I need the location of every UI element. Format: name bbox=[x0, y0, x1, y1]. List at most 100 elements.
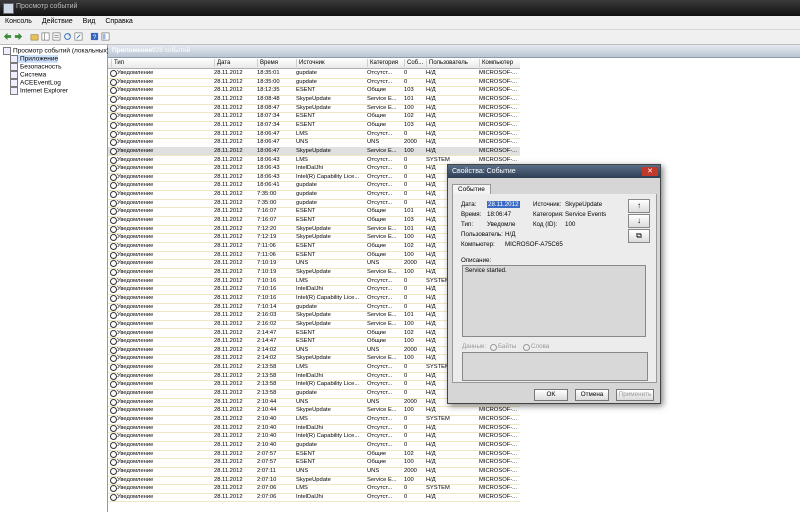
table-cell: MICROSOF-... bbox=[479, 156, 517, 163]
table-cell: 2:10:40 bbox=[257, 416, 277, 422]
table-cell: Уведомление bbox=[117, 407, 154, 414]
cancel-button[interactable]: Отмена bbox=[575, 389, 609, 401]
table-cell: Н/Д bbox=[426, 424, 436, 431]
table-cell: SkypeUpdate bbox=[296, 476, 331, 483]
table-row[interactable]: Уведомление 28.11.2012 2:07:06 IntelDalJhi О… bbox=[108, 493, 520, 503]
table-cell: 2:14:47 bbox=[257, 338, 277, 345]
table-cell: UNS bbox=[296, 346, 309, 353]
words-radio[interactable] bbox=[523, 344, 530, 351]
table-cell: 18:12:35 bbox=[257, 87, 280, 94]
copy-event-button[interactable]: ⧉ bbox=[628, 229, 650, 243]
table-cell: 2000 bbox=[404, 398, 417, 405]
show-hide-tree-icon[interactable] bbox=[41, 32, 50, 41]
tree-item-aceeventlog[interactable]: ACEEventLog bbox=[10, 79, 61, 87]
event-count: 928 событий bbox=[152, 47, 191, 54]
table-cell: 7:10:16 bbox=[257, 294, 277, 301]
back-arrow-icon[interactable] bbox=[3, 32, 12, 41]
data-textarea[interactable] bbox=[462, 352, 648, 381]
menu-action[interactable]: Действие bbox=[37, 16, 78, 25]
bytes-radio[interactable] bbox=[490, 344, 497, 351]
table-cell: ESENT bbox=[296, 121, 316, 128]
table-cell: 28.11.2012 bbox=[214, 234, 243, 241]
table-cell: Н/Д bbox=[426, 476, 436, 483]
col-event-id[interactable]: Соб... bbox=[404, 59, 426, 67]
source-value: SkypeUpdate bbox=[565, 201, 603, 208]
table-cell: 28.11.2012 bbox=[214, 450, 243, 457]
up-folder-icon[interactable] bbox=[30, 32, 39, 41]
table-cell: ESENT bbox=[296, 450, 316, 457]
table-cell: Отсутст... bbox=[367, 78, 393, 85]
table-cell: ESENT bbox=[296, 113, 316, 120]
apply-button[interactable]: Применить bbox=[616, 389, 654, 401]
menu-console[interactable]: Консоль bbox=[0, 16, 37, 25]
table-cell: 0 bbox=[404, 286, 408, 293]
info-icon bbox=[110, 364, 117, 372]
tree-item-application[interactable]: Приложение bbox=[10, 55, 59, 63]
col-type[interactable]: Тип bbox=[111, 59, 214, 67]
col-computer[interactable]: Компьютер bbox=[479, 59, 520, 67]
info-icon bbox=[110, 476, 117, 484]
help-icon[interactable]: ? bbox=[90, 32, 99, 41]
table-cell: 101 bbox=[404, 312, 414, 319]
col-user[interactable]: Пользователь bbox=[426, 59, 479, 67]
properties-icon[interactable] bbox=[52, 32, 61, 41]
table-cell: 7:12:19 bbox=[257, 234, 277, 241]
table-cell: IntelDalJhi bbox=[296, 286, 324, 293]
computer-label: Компьютер: bbox=[461, 241, 495, 248]
close-icon[interactable]: ✕ bbox=[642, 167, 658, 176]
menu-help[interactable]: Справка bbox=[100, 16, 137, 25]
table-cell: MICROSOF-... bbox=[479, 104, 517, 111]
tree-item-label: ACEEventLog bbox=[20, 79, 61, 87]
col-date[interactable]: Дата bbox=[214, 59, 257, 67]
table-cell: 18:08:48 bbox=[257, 95, 280, 102]
table-cell: 0 bbox=[404, 199, 408, 206]
tree-item-system[interactable]: Система bbox=[10, 71, 46, 79]
table-cell: Уведомление bbox=[117, 364, 154, 371]
table-cell: 103 bbox=[404, 217, 414, 224]
info-icon bbox=[110, 121, 117, 129]
col-category[interactable]: Категория bbox=[367, 59, 404, 67]
tree-item-internet-explorer[interactable]: Internet Explorer bbox=[10, 87, 68, 95]
table-cell: 100 bbox=[404, 268, 414, 275]
table-cell: MICROSOF-... bbox=[479, 87, 517, 94]
table-cell: 2:10:44 bbox=[257, 398, 277, 405]
refresh-icon[interactable] bbox=[63, 32, 72, 41]
info-icon bbox=[110, 424, 117, 432]
table-cell: 2:07:11 bbox=[257, 467, 276, 474]
table-cell: 0 bbox=[404, 441, 408, 448]
table-cell: 101 bbox=[404, 208, 414, 215]
table-cell: 28.11.2012 bbox=[214, 268, 243, 275]
info-icon bbox=[110, 485, 117, 493]
table-cell: MICROSOF-... bbox=[479, 139, 517, 146]
ok-button[interactable]: OK bbox=[534, 389, 568, 401]
menu-view[interactable]: Вид bbox=[78, 16, 101, 25]
table-cell: Отсутст... bbox=[367, 199, 393, 206]
table-cell: 7:10:16 bbox=[257, 277, 277, 284]
next-event-button[interactable]: ↓ bbox=[628, 214, 650, 228]
date-value[interactable]: 28.11.2012 bbox=[487, 201, 520, 208]
table-cell: 28.11.2012 bbox=[214, 416, 243, 422]
table-cell: MICROSOF-... bbox=[479, 113, 517, 120]
info-icon bbox=[110, 338, 117, 346]
table-cell: Отсутст... bbox=[367, 173, 393, 180]
tree-item-security[interactable]: Безопасность bbox=[10, 63, 61, 71]
col-time[interactable]: Время bbox=[257, 59, 296, 67]
col-source[interactable]: Источник bbox=[296, 59, 367, 67]
table-cell: ESENT bbox=[296, 208, 316, 215]
table-cell: Отсутст... bbox=[367, 191, 393, 198]
description-textarea[interactable]: Service started. bbox=[462, 265, 646, 337]
table-cell: gupdate bbox=[296, 441, 317, 448]
table-cell: 7:16:07 bbox=[257, 208, 277, 215]
tree-root[interactable]: Просмотр событий (локальных) bbox=[3, 47, 109, 55]
table-cell: 103 bbox=[404, 87, 414, 94]
export-list-icon[interactable] bbox=[74, 32, 83, 41]
previous-event-button[interactable]: ↑ bbox=[628, 199, 650, 213]
forward-arrow-icon[interactable] bbox=[14, 32, 23, 41]
table-cell: SkypeUpdate bbox=[296, 355, 331, 362]
table-cell: 2:10:40 bbox=[257, 424, 277, 431]
description-label: Описание: bbox=[461, 257, 492, 264]
table-cell: gupdate bbox=[296, 199, 317, 206]
table-cell: LMS bbox=[296, 130, 308, 137]
console-tree-icon[interactable] bbox=[101, 32, 110, 41]
table-cell: 2:07:57 bbox=[257, 459, 277, 466]
